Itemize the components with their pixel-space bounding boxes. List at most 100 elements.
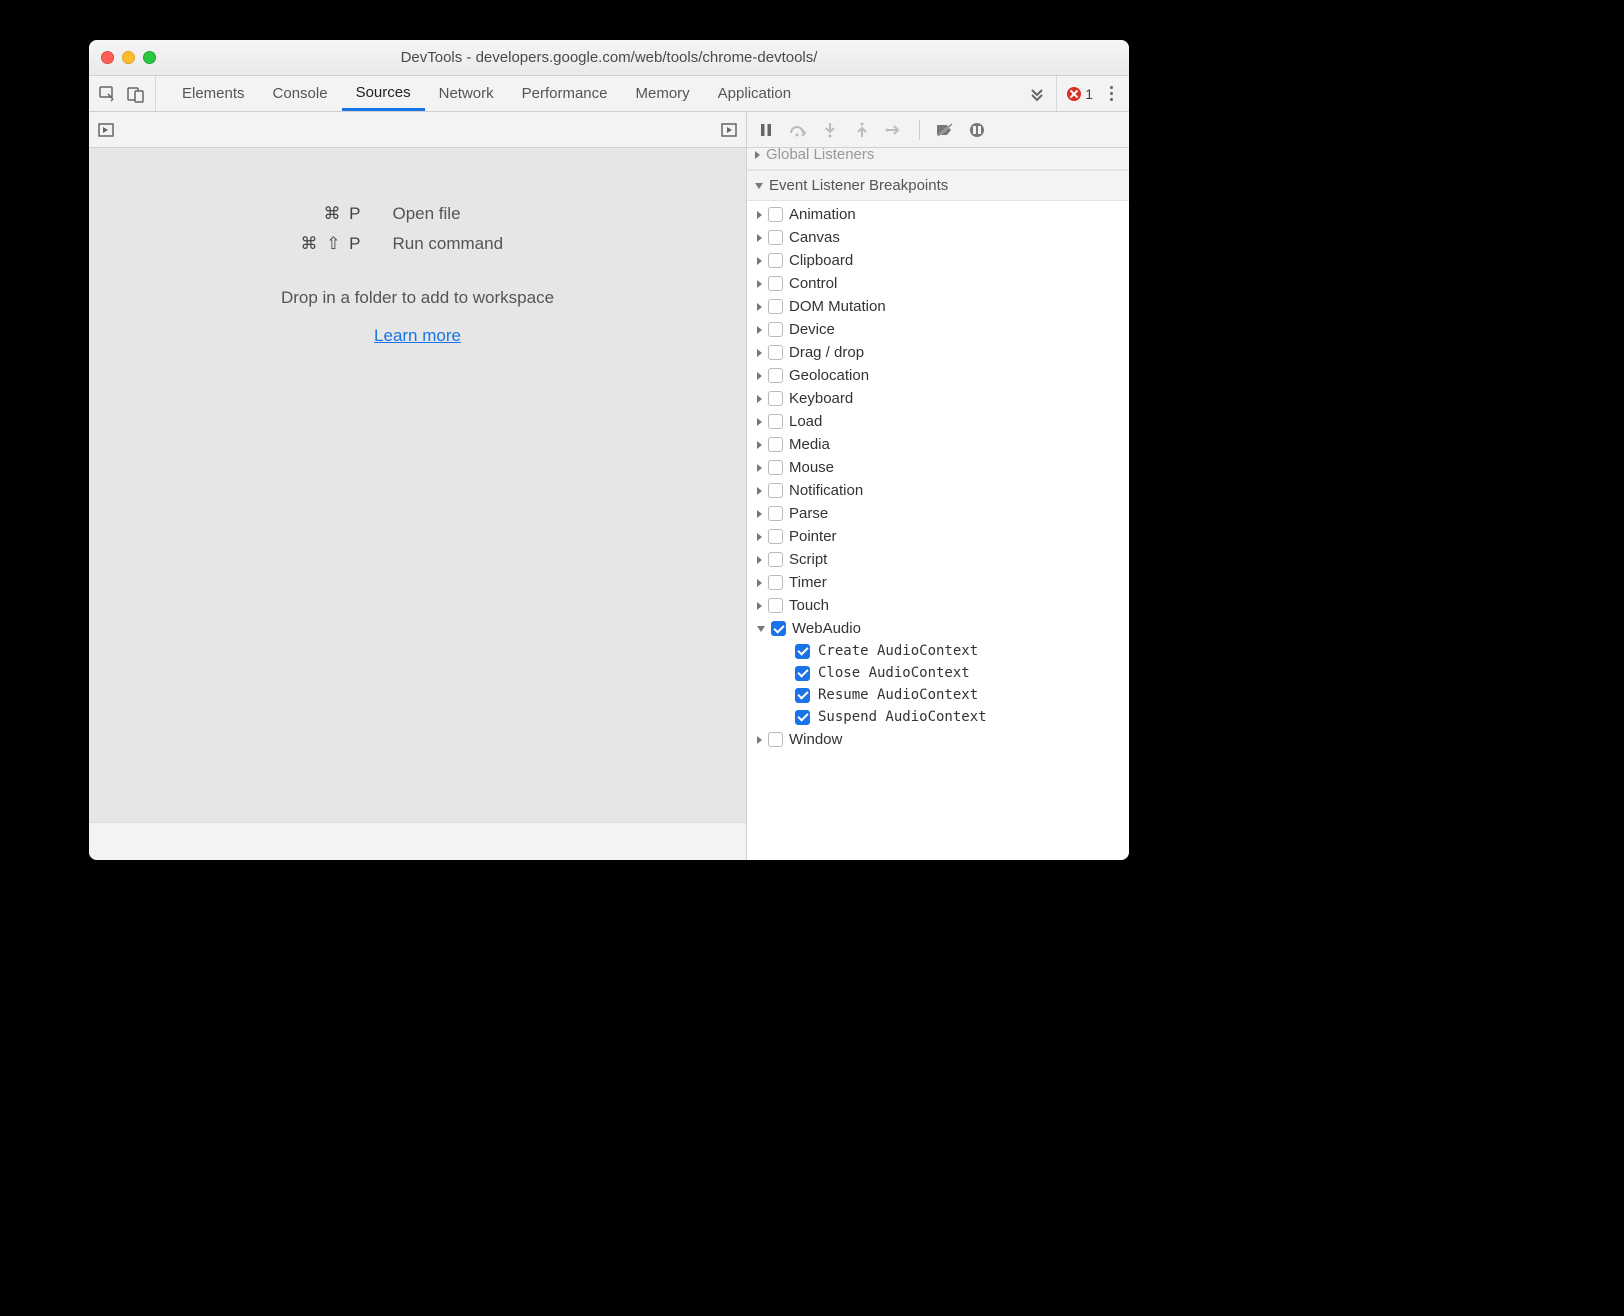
breakpoint-category[interactable]: Control bbox=[747, 272, 1129, 295]
tab-network[interactable]: Network bbox=[425, 76, 508, 111]
breakpoint-category[interactable]: Keyboard bbox=[747, 387, 1129, 410]
category-checkbox[interactable] bbox=[768, 299, 783, 314]
sub-label: Resume AudioContext bbox=[818, 687, 978, 703]
pause-on-exceptions-icon[interactable] bbox=[968, 121, 986, 139]
category-label: Pointer bbox=[789, 528, 837, 545]
category-label: Device bbox=[789, 321, 835, 338]
chevron-right-icon bbox=[757, 257, 762, 265]
window-controls bbox=[89, 51, 156, 64]
breakpoint-category[interactable]: Window bbox=[747, 728, 1129, 751]
chevron-right-icon bbox=[757, 579, 762, 587]
tab-application[interactable]: Application bbox=[704, 76, 805, 111]
breakpoint-category[interactable]: Mouse bbox=[747, 456, 1129, 479]
step-into-icon[interactable] bbox=[821, 121, 839, 139]
breakpoint-category[interactable]: WebAudio bbox=[747, 617, 1129, 640]
sub-checkbox[interactable] bbox=[795, 644, 810, 659]
category-checkbox[interactable] bbox=[771, 621, 786, 636]
category-checkbox[interactable] bbox=[768, 276, 783, 291]
error-count-badge[interactable]: 1 bbox=[1056, 76, 1093, 111]
category-checkbox[interactable] bbox=[768, 460, 783, 475]
chevron-right-icon bbox=[757, 303, 762, 311]
category-checkbox[interactable] bbox=[768, 345, 783, 360]
breakpoint-category[interactable]: Script bbox=[747, 548, 1129, 571]
category-label: Parse bbox=[789, 505, 828, 522]
step-out-icon[interactable] bbox=[853, 121, 871, 139]
category-checkbox[interactable] bbox=[768, 207, 783, 222]
breakpoint-category[interactable]: Touch bbox=[747, 594, 1129, 617]
section-global-listeners[interactable]: Global Listeners bbox=[747, 148, 1129, 170]
category-checkbox[interactable] bbox=[768, 230, 783, 245]
device-toolbar-icon[interactable] bbox=[127, 85, 145, 103]
category-checkbox[interactable] bbox=[768, 506, 783, 521]
sub-label: Create AudioContext bbox=[818, 643, 978, 659]
learn-more-link[interactable]: Learn more bbox=[374, 326, 461, 346]
category-checkbox[interactable] bbox=[768, 575, 783, 590]
breakpoint-category[interactable]: DOM Mutation bbox=[747, 295, 1129, 318]
step-icon[interactable] bbox=[885, 121, 903, 139]
show-navigator-icon[interactable] bbox=[97, 121, 115, 139]
tab-memory[interactable]: Memory bbox=[622, 76, 704, 111]
breakpoint-category[interactable]: Drag / drop bbox=[747, 341, 1129, 364]
breakpoint-category[interactable]: Geolocation bbox=[747, 364, 1129, 387]
category-checkbox[interactable] bbox=[768, 529, 783, 544]
inspect-element-icon[interactable] bbox=[99, 85, 117, 103]
chevron-down-icon bbox=[755, 183, 763, 189]
chevron-right-icon bbox=[757, 349, 762, 357]
debugger-pane: Global Listeners Event Listener Breakpoi… bbox=[747, 112, 1129, 860]
category-checkbox[interactable] bbox=[768, 483, 783, 498]
category-label: Load bbox=[789, 413, 822, 430]
section-event-listener-breakpoints[interactable]: Event Listener Breakpoints bbox=[747, 170, 1129, 201]
sub-checkbox[interactable] bbox=[795, 710, 810, 725]
category-checkbox[interactable] bbox=[768, 391, 783, 406]
tab-performance[interactable]: Performance bbox=[508, 76, 622, 111]
pause-icon[interactable] bbox=[757, 121, 775, 139]
breakpoint-category[interactable]: Load bbox=[747, 410, 1129, 433]
minimize-window-button[interactable] bbox=[122, 51, 135, 64]
category-checkbox[interactable] bbox=[768, 437, 783, 452]
more-tabs-icon[interactable] bbox=[1030, 86, 1046, 102]
chevron-right-icon bbox=[757, 234, 762, 242]
chevron-right-icon bbox=[757, 533, 762, 541]
chevron-right-icon bbox=[757, 211, 762, 219]
breakpoint-sub-item[interactable]: Suspend AudioContext bbox=[747, 706, 1129, 728]
sub-checkbox[interactable] bbox=[795, 666, 810, 681]
error-icon bbox=[1067, 87, 1081, 101]
breakpoint-category[interactable]: Device bbox=[747, 318, 1129, 341]
category-checkbox[interactable] bbox=[768, 414, 783, 429]
breakpoint-category[interactable]: Clipboard bbox=[747, 249, 1129, 272]
tab-elements[interactable]: Elements bbox=[168, 76, 259, 111]
breakpoint-category[interactable]: Timer bbox=[747, 571, 1129, 594]
category-checkbox[interactable] bbox=[768, 598, 783, 613]
run-command-label: Run command bbox=[393, 234, 593, 254]
breakpoint-sub-item[interactable]: Create AudioContext bbox=[747, 640, 1129, 662]
tab-console[interactable]: Console bbox=[259, 76, 342, 111]
category-checkbox[interactable] bbox=[768, 368, 783, 383]
step-over-icon[interactable] bbox=[789, 121, 807, 139]
breakpoint-category[interactable]: Animation bbox=[747, 203, 1129, 226]
zoom-window-button[interactable] bbox=[143, 51, 156, 64]
chevron-right-icon bbox=[757, 464, 762, 472]
show-debugger-icon[interactable] bbox=[720, 121, 738, 139]
sub-checkbox[interactable] bbox=[795, 688, 810, 703]
chevron-down-icon bbox=[757, 626, 765, 632]
category-label: Window bbox=[789, 731, 842, 748]
deactivate-breakpoints-icon[interactable] bbox=[936, 121, 954, 139]
sources-placeholder: ⌘ P Open file ⌘ ⇧ P Run command Drop in … bbox=[89, 148, 746, 822]
tab-sources[interactable]: Sources bbox=[342, 76, 425, 111]
sub-label: Suspend AudioContext bbox=[818, 709, 987, 725]
breakpoint-category[interactable]: Media bbox=[747, 433, 1129, 456]
breakpoint-sub-item[interactable]: Resume AudioContext bbox=[747, 684, 1129, 706]
category-checkbox[interactable] bbox=[768, 732, 783, 747]
breakpoint-category[interactable]: Parse bbox=[747, 502, 1129, 525]
breakpoint-category[interactable]: Canvas bbox=[747, 226, 1129, 249]
settings-menu-button[interactable] bbox=[1103, 86, 1119, 101]
category-checkbox[interactable] bbox=[768, 552, 783, 567]
category-checkbox[interactable] bbox=[768, 253, 783, 268]
breakpoint-category[interactable]: Pointer bbox=[747, 525, 1129, 548]
breakpoint-sub-item[interactable]: Close AudioContext bbox=[747, 662, 1129, 684]
breakpoint-category[interactable]: Notification bbox=[747, 479, 1129, 502]
category-checkbox[interactable] bbox=[768, 322, 783, 337]
category-label: Keyboard bbox=[789, 390, 853, 407]
close-window-button[interactable] bbox=[101, 51, 114, 64]
debugger-toolbar bbox=[747, 112, 1129, 148]
